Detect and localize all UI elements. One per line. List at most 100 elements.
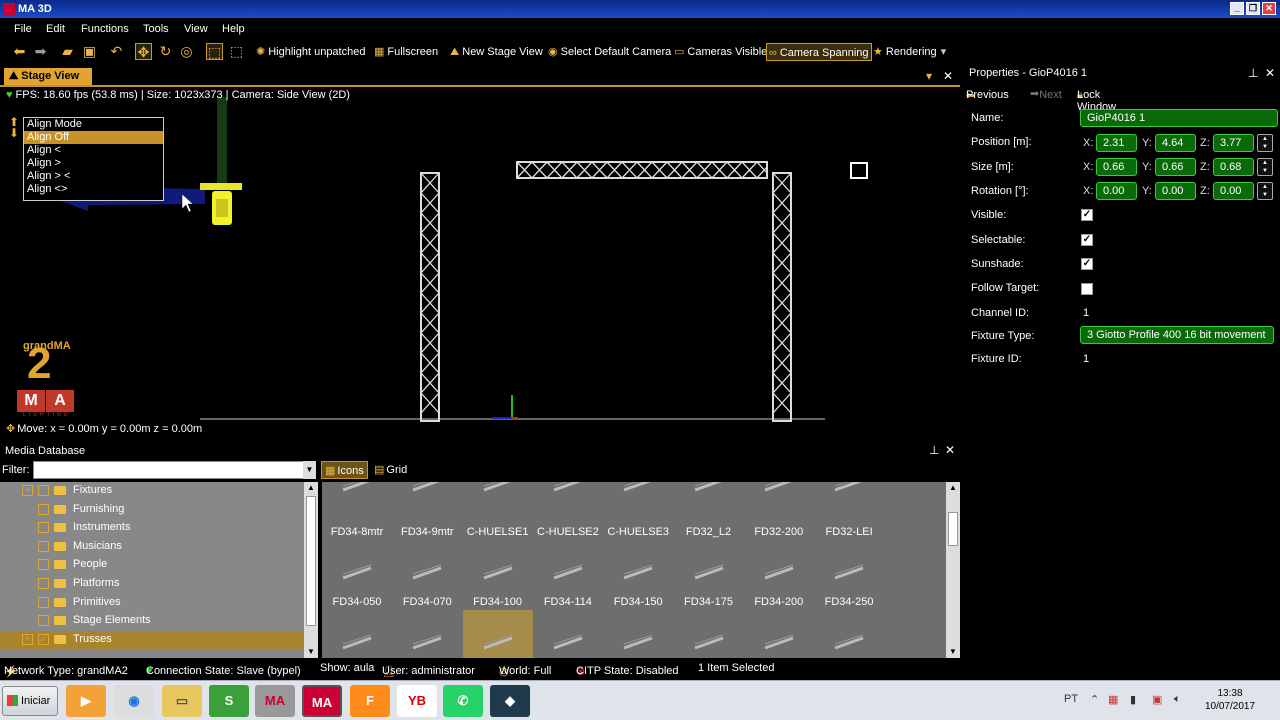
follow-target-checkbox[interactable] (1081, 283, 1093, 295)
visible-checkbox[interactable]: ✓ (1081, 209, 1093, 221)
truss-tower-left[interactable] (420, 172, 440, 422)
fl-studio-task-icon[interactable]: F (350, 685, 390, 717)
media-item[interactable]: FD34-114 (533, 540, 603, 610)
grid-scroll-down-icon[interactable]: ▼ (946, 646, 960, 658)
tray-expand-icon[interactable]: ⌃ (1090, 693, 1099, 706)
scroll-up-icon[interactable]: ▲ (304, 482, 318, 494)
size-z-field[interactable]: 0.68 (1213, 158, 1254, 176)
menu-functions[interactable]: Functions (81, 23, 129, 35)
position-y-field[interactable]: 4.64 (1155, 134, 1196, 152)
snapshot-icon[interactable]: ⬚ (228, 43, 245, 60)
yb-task-icon[interactable]: YB (397, 685, 437, 717)
tree-checkbox[interactable] (38, 522, 49, 534)
tree-item[interactable]: Musicians (0, 538, 304, 557)
app-task-icon[interactable]: ◆ (490, 685, 530, 717)
media-item[interactable]: FD34-400 (462, 610, 533, 658)
pin-icon[interactable]: ⊥ (1248, 66, 1258, 80)
ma3d-task-icon[interactable]: MA (302, 685, 342, 717)
start-button[interactable]: Iniciar (2, 686, 58, 716)
grid-scroll-thumb[interactable] (948, 512, 958, 546)
close-media-icon[interactable]: ✕ (945, 443, 955, 457)
view-icons-button[interactable]: ▦ Icons (321, 461, 368, 479)
menu-file[interactable]: File (14, 23, 32, 35)
align-arrows-icon[interactable]: ⬆ ⬇ (9, 116, 19, 139)
camera-spanning-button[interactable]: ∞ Camera Spanning (766, 43, 872, 61)
menu-help[interactable]: Help (222, 23, 245, 35)
scale-icon[interactable]: ◎ (178, 43, 195, 60)
media-item[interactable]: FD34-100 (463, 540, 533, 610)
tree-checkbox[interactable] (38, 540, 49, 552)
rendering-button[interactable]: ★ Rendering ▾ (873, 43, 946, 61)
tree-item[interactable]: Furnishing (0, 501, 304, 520)
media-item[interactable]: FD32_L2 (674, 482, 744, 540)
new-stage-view-button[interactable]: ⛰ New Stage View (450, 43, 543, 61)
view-grid-button[interactable]: ▤ Grid (371, 461, 410, 479)
media-item[interactable]: C-HUELSE3 (603, 482, 673, 540)
expand-icon[interactable]: + (22, 633, 33, 645)
tray-volume-icon[interactable]: 🔈︎ (1174, 693, 1181, 706)
explorer-task-icon[interactable]: ▭ (162, 685, 202, 717)
media-item[interactable]: FD34-050 (322, 540, 392, 610)
truss-tower-right[interactable] (772, 172, 792, 422)
tree-item[interactable]: Platforms (0, 575, 304, 594)
tree-checkbox[interactable]: ✓ (38, 633, 49, 645)
media-item[interactable]: C-HUELSE1 (463, 482, 533, 540)
tray-signal-icon[interactable]: ▮ (1130, 693, 1136, 706)
media-item[interactable]: C-HUELSE2 (533, 482, 603, 540)
rotation-stepper[interactable]: ▲ ▼ (1257, 182, 1273, 200)
fixture-type-field[interactable]: 3 Giotto Profile 400 16 bit movement (1080, 326, 1274, 344)
selectable-checkbox[interactable]: ✓ (1081, 234, 1093, 246)
close-stage-view-icon[interactable]: ✕ (943, 69, 953, 83)
rotate-icon[interactable]: ↻ (157, 43, 174, 60)
select-icon[interactable]: ⬚ (206, 43, 223, 60)
tree-checkbox[interactable] (38, 485, 49, 496)
sketchup-task-icon[interactable]: S (209, 685, 249, 717)
language-indicator[interactable]: PT (1064, 693, 1078, 705)
media-item[interactable]: FD34-COR (674, 610, 744, 658)
align-option-center[interactable]: Align > < (24, 170, 163, 183)
restore-button[interactable]: ❐ (1246, 2, 1260, 15)
media-item[interactable]: FD32-200 (744, 482, 814, 540)
cameras-visible-button[interactable]: ▭ Cameras Visible (674, 43, 767, 61)
back-arrow-icon[interactable]: ⬅ (11, 43, 28, 60)
minimize-button[interactable]: _ (1230, 2, 1244, 15)
tree-scrollbar[interactable]: ▲ ▼ (304, 482, 318, 658)
media-item[interactable]: FD34-68 (533, 610, 603, 658)
clock[interactable]: 13:38 10/07/2017 (1200, 687, 1260, 713)
scroll-down-icon[interactable]: ▼ (304, 646, 318, 658)
size-stepper[interactable]: ▲ ▼ (1257, 158, 1273, 176)
next-button[interactable]: ➡ Next (1030, 87, 1062, 101)
position-stepper[interactable]: ▲ ▼ (1257, 134, 1273, 152)
tray-network-icon[interactable]: ▦ (1108, 693, 1118, 706)
media-item[interactable]: FD34-070 (392, 540, 462, 610)
size-x-field[interactable]: 0.66 (1096, 158, 1137, 176)
tree-checkbox[interactable] (38, 559, 49, 571)
selection-handle[interactable] (850, 162, 868, 179)
tree-checkbox[interactable] (38, 503, 49, 515)
menu-view[interactable]: View (184, 23, 208, 35)
media-item[interactable]: FD34-300 (322, 610, 392, 658)
tree-item[interactable]: Primitives (0, 594, 304, 613)
media-item[interactable]: FD34-200 (744, 540, 814, 610)
rotation-z-field[interactable]: 0.00 (1213, 182, 1254, 200)
tree-item[interactable]: + Fixtures (0, 482, 304, 501)
tree-item[interactable]: + ✓ Trusses (0, 630, 304, 650)
tree-item[interactable]: People (0, 556, 304, 575)
close-properties-icon[interactable]: ✕ (1265, 66, 1275, 80)
media-item[interactable]: FD34-250 (814, 540, 884, 610)
truss-span-top[interactable] (516, 161, 768, 179)
select-default-camera-button[interactable]: ◉ Select Default Camera (548, 43, 671, 61)
align-option-spread[interactable]: Align <> (24, 183, 163, 196)
sunshade-checkbox[interactable]: ✓ (1081, 258, 1093, 270)
media-item[interactable]: FD34-350 (392, 610, 462, 658)
save-icon[interactable]: ▣ (81, 43, 98, 60)
media-item[interactable]: FD34-8mtr (322, 482, 392, 540)
chrome-task-icon[interactable]: ◉ (114, 685, 154, 717)
media-item[interactable]: FD34-L12 (814, 610, 884, 658)
align-option-off[interactable]: Align Off (24, 131, 163, 144)
align-option-left[interactable]: Align < (24, 144, 163, 157)
tab-menu-icon[interactable]: ▾ (926, 69, 932, 83)
tray-battery-icon[interactable]: ▣ (1152, 693, 1162, 706)
whatsapp-task-icon[interactable]: ✆ (443, 685, 483, 717)
filter-input[interactable] (33, 461, 316, 479)
